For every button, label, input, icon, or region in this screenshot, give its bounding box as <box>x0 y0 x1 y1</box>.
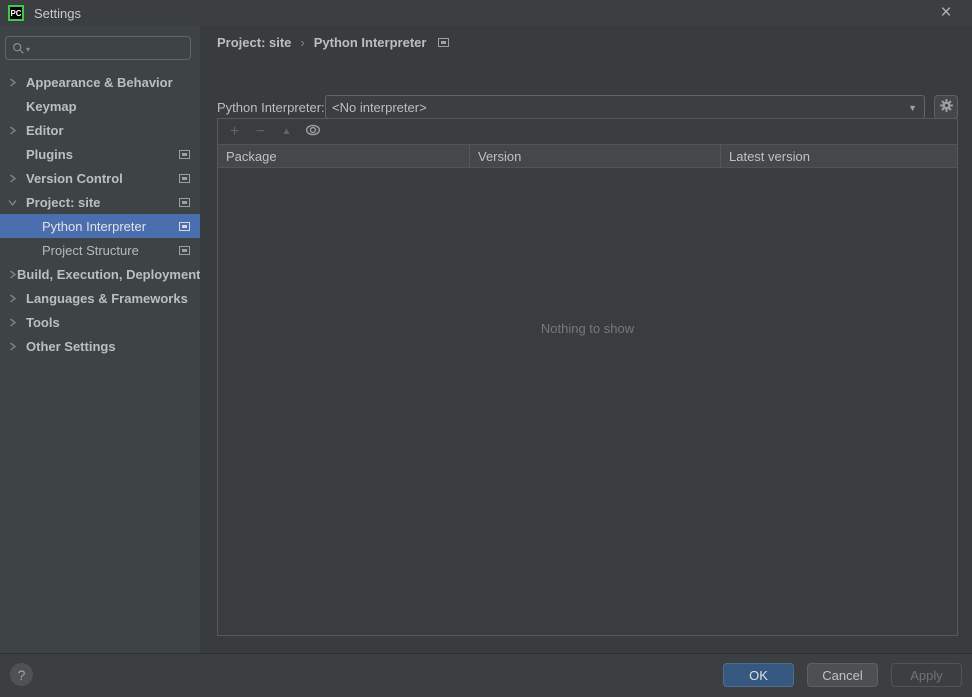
settings-tree: Appearance & Behavior Keymap Editor Plug… <box>0 70 200 358</box>
chevron-right-icon <box>8 77 26 87</box>
column-header-version[interactable]: Version <box>469 145 720 167</box>
sidebar-item-plugins[interactable]: Plugins <box>0 142 200 166</box>
settings-dialog: PC Settings × ▾ Appearance & Behavior Ke… <box>0 0 972 697</box>
project-settings-badge-icon <box>179 173 190 183</box>
sidebar-item-keymap[interactable]: Keymap <box>0 94 200 118</box>
sidebar-item-editor[interactable]: Editor <box>0 118 200 142</box>
minus-icon: − <box>255 122 266 140</box>
sidebar-item-version-control[interactable]: Version Control <box>0 166 200 190</box>
project-settings-badge-icon <box>179 197 190 207</box>
packages-panel: + − ▲ Package Version Latest version Not… <box>217 118 958 636</box>
search-icon <box>12 42 25 55</box>
column-header-latest-version[interactable]: Latest version <box>720 145 957 167</box>
chevron-right-icon <box>8 125 26 135</box>
packages-toolbar: + − ▲ <box>218 119 957 144</box>
upgrade-package-button[interactable]: ▲ <box>278 123 295 140</box>
chevron-right-icon <box>8 293 26 303</box>
pycharm-logo-icon: PC <box>8 5 24 21</box>
add-package-button[interactable]: + <box>226 123 243 140</box>
breadcrumb-project-site[interactable]: Project: site <box>217 35 291 50</box>
breadcrumb: Project: site › Python Interpreter <box>217 35 459 50</box>
chevron-right-icon <box>8 317 26 327</box>
interpreter-row: Python Interpreter: <No interpreter> ▼ <box>217 95 958 119</box>
eye-icon <box>305 124 321 139</box>
apply-button[interactable]: Apply <box>891 663 962 687</box>
help-button[interactable]: ? <box>10 663 33 686</box>
empty-table-message: Nothing to show <box>540 321 635 336</box>
packages-table-header: Package Version Latest version <box>218 144 957 168</box>
chevron-down-icon <box>8 198 26 207</box>
interpreter-dropdown[interactable]: <No interpreter> ▼ <box>325 95 925 119</box>
footer-buttons: OK Cancel Apply <box>723 663 962 687</box>
show-early-releases-button[interactable] <box>304 123 321 140</box>
plus-icon: + <box>229 122 240 140</box>
settings-content: Project: site › Python Interpreter Pytho… <box>200 26 972 653</box>
breadcrumb-separator-icon: › <box>300 35 305 50</box>
dropdown-arrow-icon: ▼ <box>908 103 917 113</box>
interpreter-settings-button[interactable] <box>934 95 958 119</box>
ok-button[interactable]: OK <box>723 663 794 687</box>
project-settings-badge-icon <box>179 221 190 231</box>
settings-sidebar: ▾ Appearance & Behavior Keymap Editor Pl… <box>0 26 211 653</box>
sidebar-item-build-execution-deployment[interactable]: Build, Execution, Deployment <box>0 262 200 286</box>
sidebar-item-other-settings[interactable]: Other Settings <box>0 334 200 358</box>
search-box[interactable]: ▾ <box>5 36 211 60</box>
chevron-right-icon <box>8 173 26 183</box>
interpreter-dropdown-value: <No interpreter> <box>332 99 427 115</box>
sidebar-item-project-structure[interactable]: Project Structure <box>0 238 200 262</box>
remove-package-button[interactable]: − <box>252 123 269 140</box>
dialog-footer: ? OK Cancel Apply <box>0 653 972 697</box>
project-settings-badge-icon <box>179 245 190 255</box>
sidebar-item-languages-frameworks[interactable]: Languages & Frameworks <box>0 286 200 310</box>
sidebar-item-appearance-behavior[interactable]: Appearance & Behavior <box>0 70 200 94</box>
project-settings-badge-icon <box>179 149 190 159</box>
gear-icon <box>939 98 954 116</box>
column-header-package[interactable]: Package <box>218 145 469 167</box>
interpreter-label: Python Interpreter: <box>217 99 325 115</box>
project-settings-badge-icon <box>438 38 450 47</box>
search-input[interactable] <box>34 38 211 58</box>
up-triangle-icon: ▲ <box>281 125 292 137</box>
cancel-button[interactable]: Cancel <box>807 663 878 687</box>
search-history-chevron-icon[interactable]: ▾ <box>26 45 30 54</box>
window-title: Settings <box>34 5 81 21</box>
chevron-right-icon <box>8 341 26 351</box>
sidebar-item-tools[interactable]: Tools <box>0 310 200 334</box>
close-icon[interactable]: × <box>934 1 958 25</box>
sidebar-item-python-interpreter[interactable]: Python Interpreter <box>0 214 200 238</box>
question-mark-icon: ? <box>17 666 26 683</box>
breadcrumb-python-interpreter[interactable]: Python Interpreter <box>314 35 427 50</box>
sidebar-item-project-site[interactable]: Project: site <box>0 190 200 214</box>
chevron-right-icon <box>8 269 17 279</box>
title-bar: PC Settings × <box>0 0 972 26</box>
